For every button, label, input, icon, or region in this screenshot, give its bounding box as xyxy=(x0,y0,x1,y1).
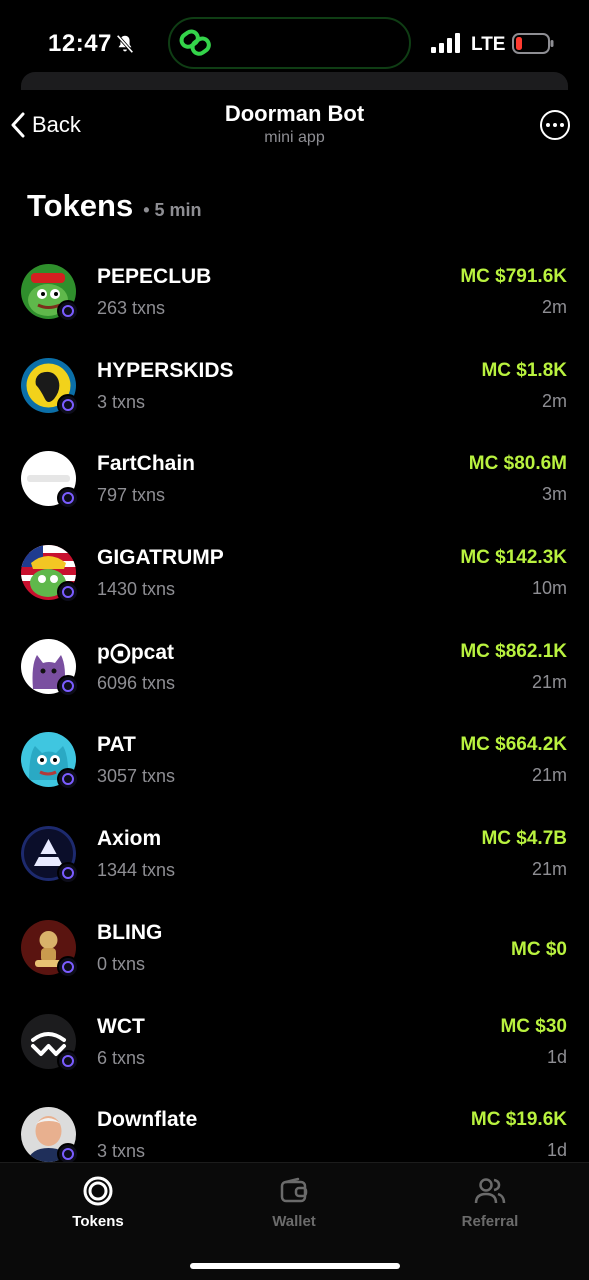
token-name: WCT xyxy=(97,1014,145,1038)
token-txns: 3057 txns xyxy=(97,766,176,787)
token-name: FartChain xyxy=(97,452,196,476)
token-name: BLING xyxy=(97,920,163,944)
tab-referral[interactable]: Referral xyxy=(430,1175,550,1230)
token-list: PEPECLUB 263 txns MC $791.6K 2m HYPERSKI… xyxy=(0,245,589,1182)
token-row[interactable]: GIGATRUMP 1430 txns MC $142.3K 10m xyxy=(0,526,589,620)
chain-badge-icon xyxy=(57,393,79,416)
more-dot xyxy=(546,123,550,127)
token-market-cap: MC $142.3K xyxy=(460,547,567,569)
token-txns: 797 txns xyxy=(97,485,166,506)
battery-icon xyxy=(512,33,554,54)
token-txns: 263 txns xyxy=(97,298,166,318)
token-txns: 6 txns xyxy=(97,1047,146,1068)
chain-badge-icon xyxy=(57,768,79,791)
token-txns: 6096 txns xyxy=(97,672,176,693)
token-txns: 1430 txns xyxy=(97,579,176,600)
section-header: Tokens • 5 min xyxy=(27,188,202,224)
token-txns: 3 txns xyxy=(97,1141,146,1162)
token-market-cap: MC $4.7B xyxy=(481,828,567,850)
token-name: p⨀pcat xyxy=(97,640,175,664)
token-age: 21m xyxy=(531,859,567,880)
token-age: 21m xyxy=(531,765,567,786)
tab-label: Referral xyxy=(461,1213,519,1230)
chain-badge-icon xyxy=(57,674,79,697)
token-row[interactable]: BLING 0 txns MC $0 xyxy=(0,901,589,995)
link-icon xyxy=(179,29,211,56)
header-title-group: Doorman Bot mini app xyxy=(0,101,589,147)
token-txns: 0 txns xyxy=(97,953,146,974)
tab-label: Wallet xyxy=(272,1213,316,1230)
token-txns: 1344 txns xyxy=(97,860,176,881)
tokens-icon xyxy=(83,1176,113,1206)
token-row[interactable]: FartChain 797 txns MC $80.6M 3m xyxy=(0,432,589,526)
token-market-cap: MC $862.1K xyxy=(460,640,567,662)
token-age: 10m xyxy=(531,578,567,599)
signal-icon xyxy=(431,33,460,53)
token-age: 3m xyxy=(541,484,567,505)
token-name: HYPERSKIDS xyxy=(97,358,234,382)
tab-wallet[interactable]: Wallet xyxy=(234,1175,354,1230)
token-row[interactable]: Axiom 1344 txns MC $4.7B 21m xyxy=(0,807,589,901)
chain-badge-icon xyxy=(57,487,79,510)
token-market-cap: MC $30 xyxy=(500,1015,567,1037)
token-age: 1d xyxy=(546,1046,567,1067)
token-row[interactable]: PEPECLUB 263 txns MC $791.6K 2m xyxy=(0,245,589,339)
sheet-top-edge xyxy=(21,72,568,90)
more-dot xyxy=(560,123,564,127)
status-time: 12:47 xyxy=(48,30,112,57)
token-row[interactable]: p⨀pcat 6096 txns MC $862.1K 21m xyxy=(0,620,589,714)
token-market-cap: MC $19.6K xyxy=(470,1109,567,1131)
section-title: Tokens xyxy=(27,188,134,223)
token-market-cap: MC $1.8K xyxy=(481,359,567,381)
token-market-cap: MC $0 xyxy=(511,938,567,960)
token-txns: 3 txns xyxy=(97,391,146,412)
token-age: 2m xyxy=(541,297,567,317)
status-bar: 12:47 LTE xyxy=(0,0,589,72)
token-row[interactable]: HYPERSKIDS 3 txns MC $1.8K 2m xyxy=(0,339,589,433)
users-icon xyxy=(474,1178,506,1204)
chain-badge-icon xyxy=(57,300,79,322)
token-name: Downflate xyxy=(97,1108,198,1132)
token-age: 2m xyxy=(541,390,567,411)
page-title: Doorman Bot xyxy=(224,101,365,126)
more-dot xyxy=(553,123,557,127)
section-refresh-interval: • 5 min xyxy=(143,200,202,220)
more-options-button[interactable] xyxy=(540,110,570,140)
bell-slash-icon xyxy=(116,34,134,54)
token-market-cap: MC $664.2K xyxy=(460,734,567,756)
chain-badge-icon xyxy=(57,581,79,604)
token-age: 1d xyxy=(546,1140,567,1161)
chain-badge-icon xyxy=(57,955,79,978)
token-name: PEPECLUB xyxy=(97,265,212,288)
network-type: LTE xyxy=(471,34,506,55)
token-name: Axiom xyxy=(97,827,162,851)
tab-label: Tokens xyxy=(72,1213,124,1230)
token-name: GIGATRUMP xyxy=(97,546,224,570)
chain-badge-icon xyxy=(57,862,79,885)
token-row[interactable]: WCT 6 txns MC $30 1d xyxy=(0,995,589,1089)
wallet-icon xyxy=(280,1177,308,1203)
token-age: 21m xyxy=(531,671,567,692)
app-header: Back Doorman Bot mini app xyxy=(0,90,589,170)
token-row[interactable]: PAT 3057 txns MC $664.2K 21m xyxy=(0,713,589,807)
page-subtitle: mini app xyxy=(264,129,325,146)
token-name: PAT xyxy=(97,733,136,757)
token-market-cap: MC $791.6K xyxy=(460,266,567,287)
token-market-cap: MC $80.6M xyxy=(468,453,567,475)
tab-tokens[interactable]: Tokens xyxy=(38,1175,158,1230)
home-indicator[interactable] xyxy=(190,1263,400,1269)
chain-badge-icon xyxy=(57,1049,79,1072)
